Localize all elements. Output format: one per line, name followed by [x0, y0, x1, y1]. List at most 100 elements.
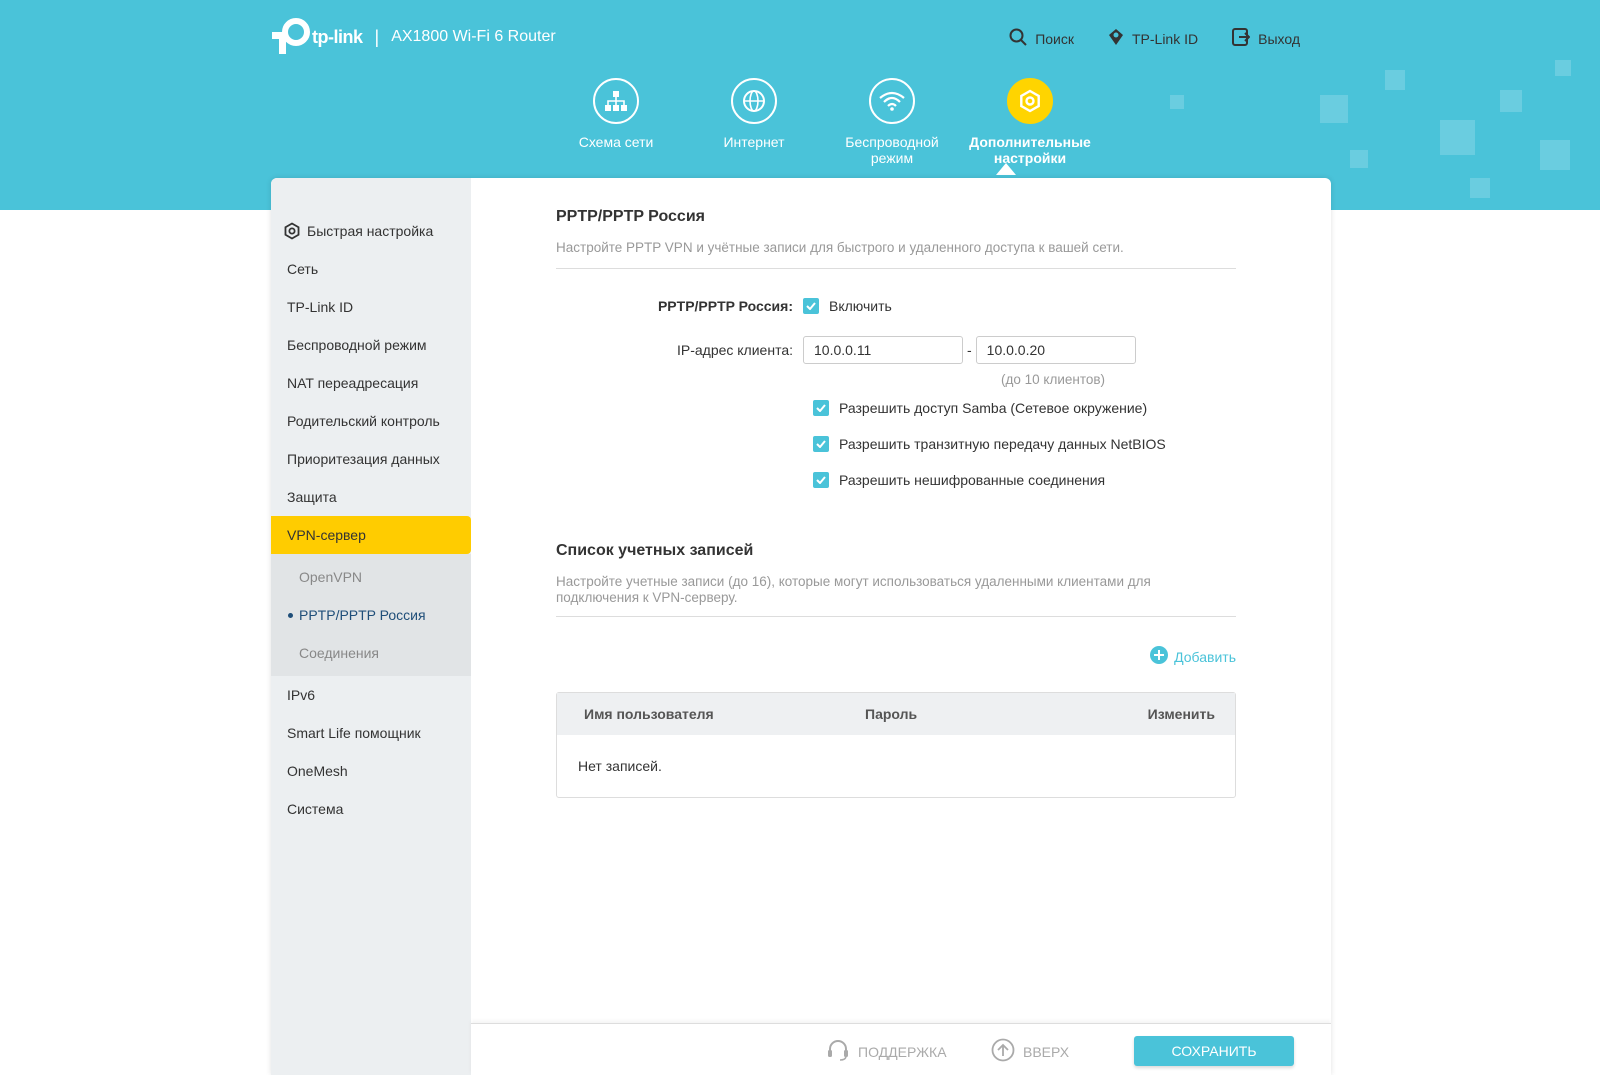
sidebar-item-label: TP-Link ID — [287, 299, 354, 315]
tplink-id-label: TP-Link ID — [1131, 30, 1199, 47]
ip-range-separator: - — [967, 342, 972, 358]
pptp-section-title: PPTP/PPTP Россия — [556, 208, 705, 225]
sidebar-item-label: Система — [287, 801, 344, 817]
up-label: ВВЕРХ — [1023, 1043, 1070, 1060]
sidebar-item-label: Беспроводной режим — [287, 337, 427, 353]
nav-wireless[interactable]: Беспроводной режим — [823, 78, 961, 166]
col-password: Пароль — [865, 706, 918, 722]
save-button[interactable]: СОХРАНИТЬ — [1134, 1036, 1294, 1066]
samba-row: Разрешить доступ Samba (Сетевое окружени… — [813, 400, 1147, 416]
unencrypted-row: Разрешить нешифрованные соединения — [813, 472, 1105, 488]
nav-network-map[interactable]: Схема сети — [547, 78, 685, 166]
pptp-enable-text: Включить — [829, 298, 892, 314]
sidebar-item-qos[interactable]: Приоритезация данных — [271, 440, 471, 478]
logout-link[interactable]: Выход — [1232, 28, 1300, 49]
support-label: ПОДДЕРЖКА — [858, 1043, 947, 1060]
arrow-up-circle-icon — [991, 1038, 1015, 1065]
col-edit: Изменить — [1147, 706, 1215, 722]
nav-internet[interactable]: Интернет — [685, 78, 823, 166]
sidebar-item-label: PPTP/PPTP Россия — [299, 607, 426, 623]
netbios-checkbox[interactable] — [813, 436, 829, 452]
client-ip-start-input[interactable] — [803, 336, 963, 364]
col-username: Имя пользователя — [584, 706, 714, 722]
sidebar-item-onemesh[interactable]: OneMesh — [271, 752, 471, 790]
sidebar-item-network[interactable]: Сеть — [271, 250, 471, 288]
gear-icon — [1007, 78, 1053, 124]
client-ip-label: IP-адрес клиента: — [676, 342, 793, 358]
globe-icon — [731, 78, 777, 124]
add-account-label: Добавить — [1174, 648, 1236, 665]
sidebar-item-label: Smart Life помощник — [287, 725, 421, 741]
quick-setup-gear-icon — [283, 222, 301, 240]
search-icon — [1009, 28, 1027, 49]
pptp-enable-checkbox[interactable] — [803, 298, 819, 314]
sidebar-item-label: Приоритезация данных — [287, 451, 440, 467]
sidebar-item-security[interactable]: Защита — [271, 478, 471, 516]
sidebar-item-label: OpenVPN — [299, 569, 363, 585]
sidebar-item-smart-life[interactable]: Smart Life помощник — [271, 714, 471, 752]
sidebar-item-label: Соединения — [299, 645, 380, 661]
nav-advanced[interactable]: Дополнительные настройки — [961, 78, 1099, 166]
add-circle-icon — [1150, 646, 1169, 667]
samba-label: Разрешить доступ Samba (Сетевое окружени… — [839, 400, 1148, 416]
search-link[interactable]: Поиск — [1009, 28, 1074, 49]
nav-active-pointer — [996, 163, 1016, 175]
sidebar-item-parental[interactable]: Родительский контроль — [271, 402, 471, 440]
sidebar-item-label: VPN-сервер — [287, 527, 366, 543]
decor-square — [1555, 60, 1571, 76]
back-to-top-link[interactable]: ВВЕРХ — [991, 1038, 1069, 1065]
main-nav: Схема сети Интернет Беспроводной режим Д… — [547, 78, 1099, 166]
sidebar-item-vpn-server[interactable]: VPN-сервер — [271, 516, 471, 554]
network-map-icon — [593, 78, 639, 124]
brand-logo: tp-link | AX1800 Wi-Fi 6 Router — [270, 18, 556, 56]
sidebar-item-tplink-id[interactable]: TP-Link ID — [271, 288, 471, 326]
accounts-section-title: Список учетных записей — [556, 542, 754, 559]
current-dot-icon — [288, 612, 293, 618]
accounts-table: Имя пользователя Пароль Изменить Нет зап… — [556, 692, 1236, 798]
logout-label: Выход — [1258, 30, 1300, 47]
divider — [556, 268, 1236, 269]
router-model: AX1800 Wi-Fi 6 Router — [391, 28, 556, 45]
sidebar-item-ipv6[interactable]: IPv6 — [271, 676, 471, 714]
search-label: Поиск — [1035, 30, 1074, 47]
sidebar-item-label: OneMesh — [287, 763, 348, 779]
sidebar: Быстрая настройка Сеть TP-Link ID Беспро… — [271, 178, 471, 1075]
logo-text: tp-link — [312, 26, 363, 47]
sidebar-subitem-pptp[interactable]: PPTP/PPTP Россия — [271, 596, 471, 634]
pptp-section-desc: Настройте PPTP VPN и учётные записи для … — [556, 240, 1124, 255]
tplink-id-icon — [1108, 28, 1124, 49]
sidebar-item-label: Защита — [287, 489, 337, 505]
accounts-section-desc: Настройте учетные записи (до 16), которы… — [556, 574, 1151, 605]
sidebar-subitem-connections[interactable]: Соединения — [271, 634, 471, 672]
decor-square — [1540, 140, 1570, 170]
sidebar-item-quick-setup[interactable]: Быстрая настройка — [271, 212, 471, 250]
sidebar-item-label: NAT переадресация — [287, 375, 419, 391]
pptp-enable-label: PPTP/PPTP Россия: — [657, 298, 793, 314]
sidebar-item-nat[interactable]: NAT переадресация — [271, 364, 471, 402]
main-card: Быстрая настройка Сеть TP-Link ID Беспро… — [271, 178, 1331, 1075]
netbios-label: Разрешить транзитную передачу данных Net… — [839, 436, 1166, 452]
nav-label: Дополнительные настройки — [969, 134, 1091, 166]
sidebar-item-wireless[interactable]: Беспроводной режим — [271, 326, 471, 364]
unencrypted-label: Разрешить нешифрованные соединения — [839, 472, 1106, 488]
unencrypted-checkbox[interactable] — [813, 472, 829, 488]
divider — [556, 616, 1236, 617]
sidebar-subitem-openvpn[interactable]: OpenVPN — [271, 558, 471, 596]
netbios-row: Разрешить транзитную передачу данных Net… — [813, 436, 1166, 452]
sidebar-item-system[interactable]: Система — [271, 790, 471, 828]
decor-square — [1385, 70, 1405, 90]
client-ip-hint: (до 10 клиентов) — [1001, 372, 1106, 387]
wifi-icon — [869, 78, 915, 124]
sidebar-item-label: IPv6 — [287, 687, 316, 703]
samba-checkbox[interactable] — [813, 400, 829, 416]
tplink-id-link[interactable]: TP-Link ID — [1108, 28, 1198, 49]
decor-square — [1320, 95, 1348, 123]
add-account-button[interactable]: Добавить — [1150, 646, 1236, 667]
logout-icon — [1232, 28, 1251, 49]
decor-square — [1350, 150, 1368, 168]
vpn-submenu: OpenVPN PPTP/PPTP Россия Соединения — [271, 554, 471, 676]
logo-separator: | — [374, 26, 380, 47]
support-link[interactable]: ПОДДЕРЖКА — [826, 1038, 947, 1065]
client-ip-end-input[interactable] — [975, 336, 1136, 364]
footer-bar: ПОДДЕРЖКА ВВЕРХ СОХРАНИТЬ — [471, 1023, 1331, 1075]
